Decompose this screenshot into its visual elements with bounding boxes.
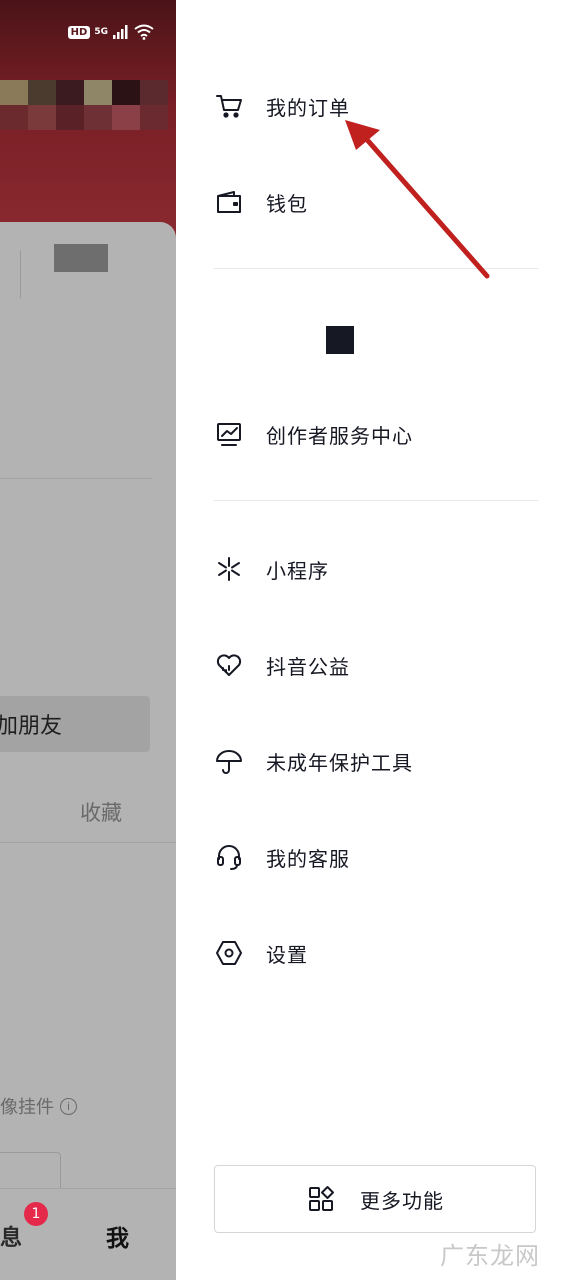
divider bbox=[214, 268, 538, 269]
tab-message[interactable]: 息 bbox=[0, 1220, 22, 1252]
info-icon[interactable]: i bbox=[60, 1097, 77, 1115]
more-functions-button[interactable]: 更多功能 bbox=[214, 1165, 536, 1233]
menu-item-label: 设置 bbox=[266, 942, 308, 967]
charity-heart-icon bbox=[214, 650, 244, 680]
bottom-tab-bar bbox=[0, 1188, 176, 1280]
menu-item-settings[interactable]: 设置 bbox=[214, 933, 308, 973]
add-friend-button[interactable]: 加朋友 bbox=[0, 696, 150, 752]
divider bbox=[214, 500, 538, 501]
redacted-block bbox=[326, 326, 354, 354]
wifi-icon bbox=[134, 24, 154, 40]
menu-item-charity[interactable]: 抖音公益 bbox=[214, 645, 350, 685]
creator-chart-icon bbox=[214, 419, 244, 449]
mini-program-icon bbox=[214, 554, 244, 584]
menu-item-minor-protection[interactable]: 未成年保护工具 bbox=[214, 741, 413, 781]
menu-item-label: 抖音公益 bbox=[266, 654, 350, 679]
divider bbox=[0, 842, 176, 843]
menu-item-label: 我的订单 bbox=[266, 95, 350, 120]
pixelated-avatar-area bbox=[0, 80, 176, 130]
wallet-icon bbox=[214, 187, 244, 217]
menu-item-label: 钱包 bbox=[266, 191, 308, 216]
add-friend-label: 加朋友 bbox=[0, 714, 63, 739]
menu-item-mini-program[interactable]: 小程序 bbox=[214, 549, 329, 589]
network-type: 5G bbox=[94, 27, 108, 37]
umbrella-icon bbox=[214, 746, 244, 776]
stat-divider bbox=[20, 250, 21, 298]
menu-item-label: 小程序 bbox=[266, 558, 329, 583]
divider bbox=[0, 478, 152, 479]
menu-item-customer-service[interactable]: 我的客服 bbox=[214, 837, 350, 877]
widget-label: 像挂件 bbox=[0, 1097, 54, 1118]
more-functions-label: 更多功能 bbox=[360, 1188, 444, 1213]
menu-item-label: 创作者服务中心 bbox=[266, 423, 413, 448]
widget-hint: 像挂件 i bbox=[0, 1093, 77, 1119]
headset-icon bbox=[214, 842, 244, 872]
signal-icon bbox=[113, 25, 128, 39]
redacted-block bbox=[54, 244, 108, 272]
tab-collect[interactable]: 收藏 bbox=[80, 797, 122, 827]
message-count-badge: 1 bbox=[24, 1202, 48, 1226]
settings-hexagon-icon bbox=[214, 938, 244, 968]
menu-item-label: 我的客服 bbox=[266, 846, 350, 871]
menu-item-creator-center[interactable]: 创作者服务中心 bbox=[214, 414, 413, 454]
menu-item-wallet[interactable]: 钱包 bbox=[214, 182, 308, 222]
status-bar: HD 5G bbox=[67, 24, 154, 40]
menu-item-orders[interactable]: 我的订单 bbox=[214, 86, 350, 126]
background-profile-page: HD 5G 加朋友 收藏 像挂件 i 息 1 我 bbox=[0, 0, 176, 1280]
watermark: 广东龙网 bbox=[440, 1242, 540, 1270]
tab-me[interactable]: 我 bbox=[106, 1219, 129, 1253]
side-drawer: 我的订单 钱包 创作者服务中心 小程序 抖音公益 未成年保护工具 我的客服 设置… bbox=[176, 0, 576, 1280]
hd-badge: HD bbox=[67, 25, 91, 39]
cart-icon bbox=[214, 91, 244, 121]
grid-apps-icon bbox=[306, 1184, 336, 1214]
menu-item-label: 未成年保护工具 bbox=[266, 750, 413, 775]
